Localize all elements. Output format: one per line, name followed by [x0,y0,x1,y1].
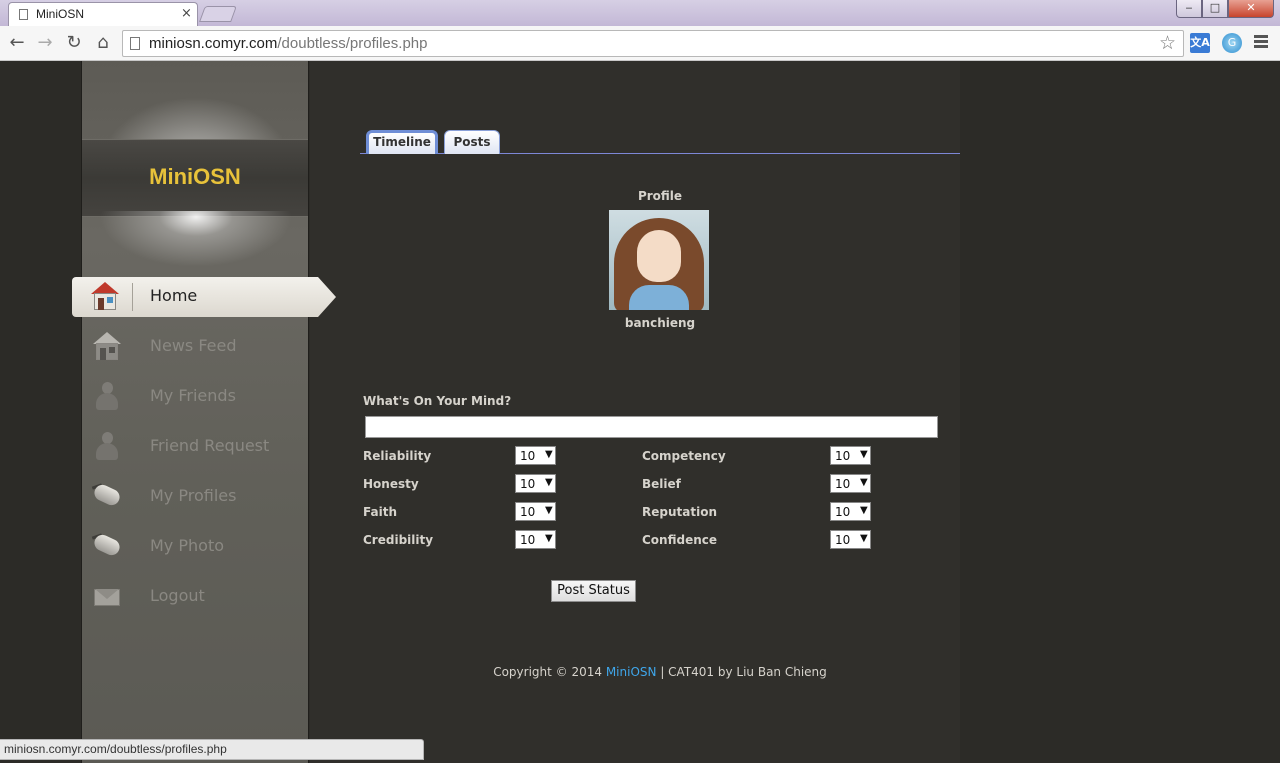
menu-icon[interactable] [1254,33,1268,53]
label-credibility: Credibility [363,533,434,547]
select-value: 10 [520,449,536,463]
sidebar-item-label: News Feed [150,336,237,355]
home-button-icon[interactable]: ⌂ [91,31,115,55]
footer-link[interactable]: MiniOSN [606,665,657,679]
chevron-down-icon: ▼ [545,533,553,544]
person-icon [92,381,122,411]
footer-prefix: Copyright © 2014 [493,665,606,679]
sidebar: MiniOSN Home News Feed My Friends Friend… [72,61,336,763]
item-divider [132,283,133,311]
sidebar-item-label: Home [150,286,198,305]
sidebar-item-my-profiles[interactable]: My Profiles [82,477,308,517]
label-competency: Competency [642,449,726,463]
sidebar-item-label: My Profiles [150,486,237,505]
select-value: 10 [835,533,851,547]
select-value: 10 [520,505,536,519]
window-titlebar: MiniOSN × ‒ □ ✕ [0,0,1280,26]
mouse-icon [91,481,123,511]
envelope-icon [92,581,122,611]
close-tab-icon[interactable]: × [181,6,192,21]
news-house-icon [92,331,122,361]
home-icon [90,281,120,311]
status-label: What's On Your Mind? [363,394,512,408]
back-arrow-icon[interactable]: ← [5,31,29,55]
select-reliability[interactable]: 10 ▼ [515,446,556,465]
browser-status-bar: miniosn.comyr.com/doubtless/profiles.php [0,739,424,760]
page-icon [130,37,140,50]
page: MiniOSN Home News Feed My Friends Friend… [0,61,1280,763]
sidebar-glow-bottom [92,211,300,271]
tab-posts[interactable]: Posts [444,130,500,154]
select-value: 10 [520,533,536,547]
profile-username: banchieng [624,316,696,330]
select-value: 10 [835,505,851,519]
tab-title: MiniOSN [36,7,85,21]
sidebar-item-news-feed[interactable]: News Feed [82,327,308,367]
maximize-button[interactable]: □ [1202,0,1228,18]
translate-extension-icon[interactable]: 文A [1190,33,1210,53]
minimize-button[interactable]: ‒ [1176,0,1202,18]
post-status-button[interactable]: Post Status [551,580,636,602]
url-path: /doubtless/profiles.php [277,35,428,52]
sidebar-item-logout[interactable]: Logout [82,577,308,617]
sidebar-item-friend-request[interactable]: Friend Request [82,427,308,467]
person-icon [92,431,122,461]
select-faith[interactable]: 10 ▼ [515,502,556,521]
browser-toolbar: ← → ↻ ⌂ miniosn.comyr.com/doubtless/prof… [0,26,1280,61]
sidebar-item-home[interactable]: Home [72,277,336,317]
avatar[interactable] [609,210,709,310]
content-column [310,61,960,763]
label-reliability: Reliability [363,449,432,463]
select-competency[interactable]: 10 ▼ [830,446,871,465]
select-value: 10 [835,449,851,463]
label-honesty: Honesty [363,477,419,491]
chevron-down-icon: ▼ [545,477,553,488]
extension-circle-icon[interactable]: G [1222,33,1242,53]
bookmark-star-icon[interactable]: ☆ [1159,32,1176,54]
new-tab-button[interactable] [199,6,237,22]
status-input[interactable] [365,416,938,438]
logo-band: MiniOSN [82,139,308,217]
label-faith: Faith [363,505,397,519]
footer-suffix: | CAT401 by Liu Ban Chieng [656,665,827,679]
footer: Copyright © 2014 MiniOSN | CAT401 by Liu… [360,665,960,679]
select-honesty[interactable]: 10 ▼ [515,474,556,493]
chevron-down-icon: ▼ [860,505,868,516]
forward-arrow-icon[interactable]: → [33,31,57,55]
mouse-icon [91,531,123,561]
label-belief: Belief [642,477,681,491]
page-icon [19,9,28,20]
select-value: 10 [835,477,851,491]
sidebar-item-label: Friend Request [150,436,270,455]
chevron-down-icon: ▼ [860,533,868,544]
tab-timeline[interactable]: Timeline [366,130,438,154]
url-host: miniosn.comyr.com [149,35,278,52]
select-confidence[interactable]: 10 ▼ [830,530,871,549]
sidebar-item-my-photo[interactable]: My Photo [82,527,308,567]
select-belief[interactable]: 10 ▼ [830,474,871,493]
label-confidence: Confidence [642,533,718,547]
profile-heading: Profile [637,189,683,203]
address-bar[interactable]: miniosn.comyr.com/doubtless/profiles.php… [122,30,1184,57]
site-logo[interactable]: MiniOSN [82,164,308,190]
select-credibility[interactable]: 10 ▼ [515,530,556,549]
sidebar-item-label: My Photo [150,536,224,555]
reload-icon[interactable]: ↻ [62,31,86,55]
address-url: miniosn.comyr.com/doubtless/profiles.php [149,35,427,52]
sidebar-item-label: Logout [150,586,205,605]
browser-tab[interactable]: MiniOSN × [8,2,198,26]
label-reputation: Reputation [642,505,717,519]
chevron-down-icon: ▼ [545,505,553,516]
close-window-button[interactable]: ✕ [1228,0,1274,18]
select-reputation[interactable]: 10 ▼ [830,502,871,521]
chevron-down-icon: ▼ [860,477,868,488]
chevron-down-icon: ▼ [545,449,553,460]
sidebar-item-label: My Friends [150,386,236,405]
profile-tabs: Timeline Posts [360,128,960,154]
chevron-down-icon: ▼ [860,449,868,460]
select-value: 10 [520,477,536,491]
sidebar-item-my-friends[interactable]: My Friends [82,377,308,417]
